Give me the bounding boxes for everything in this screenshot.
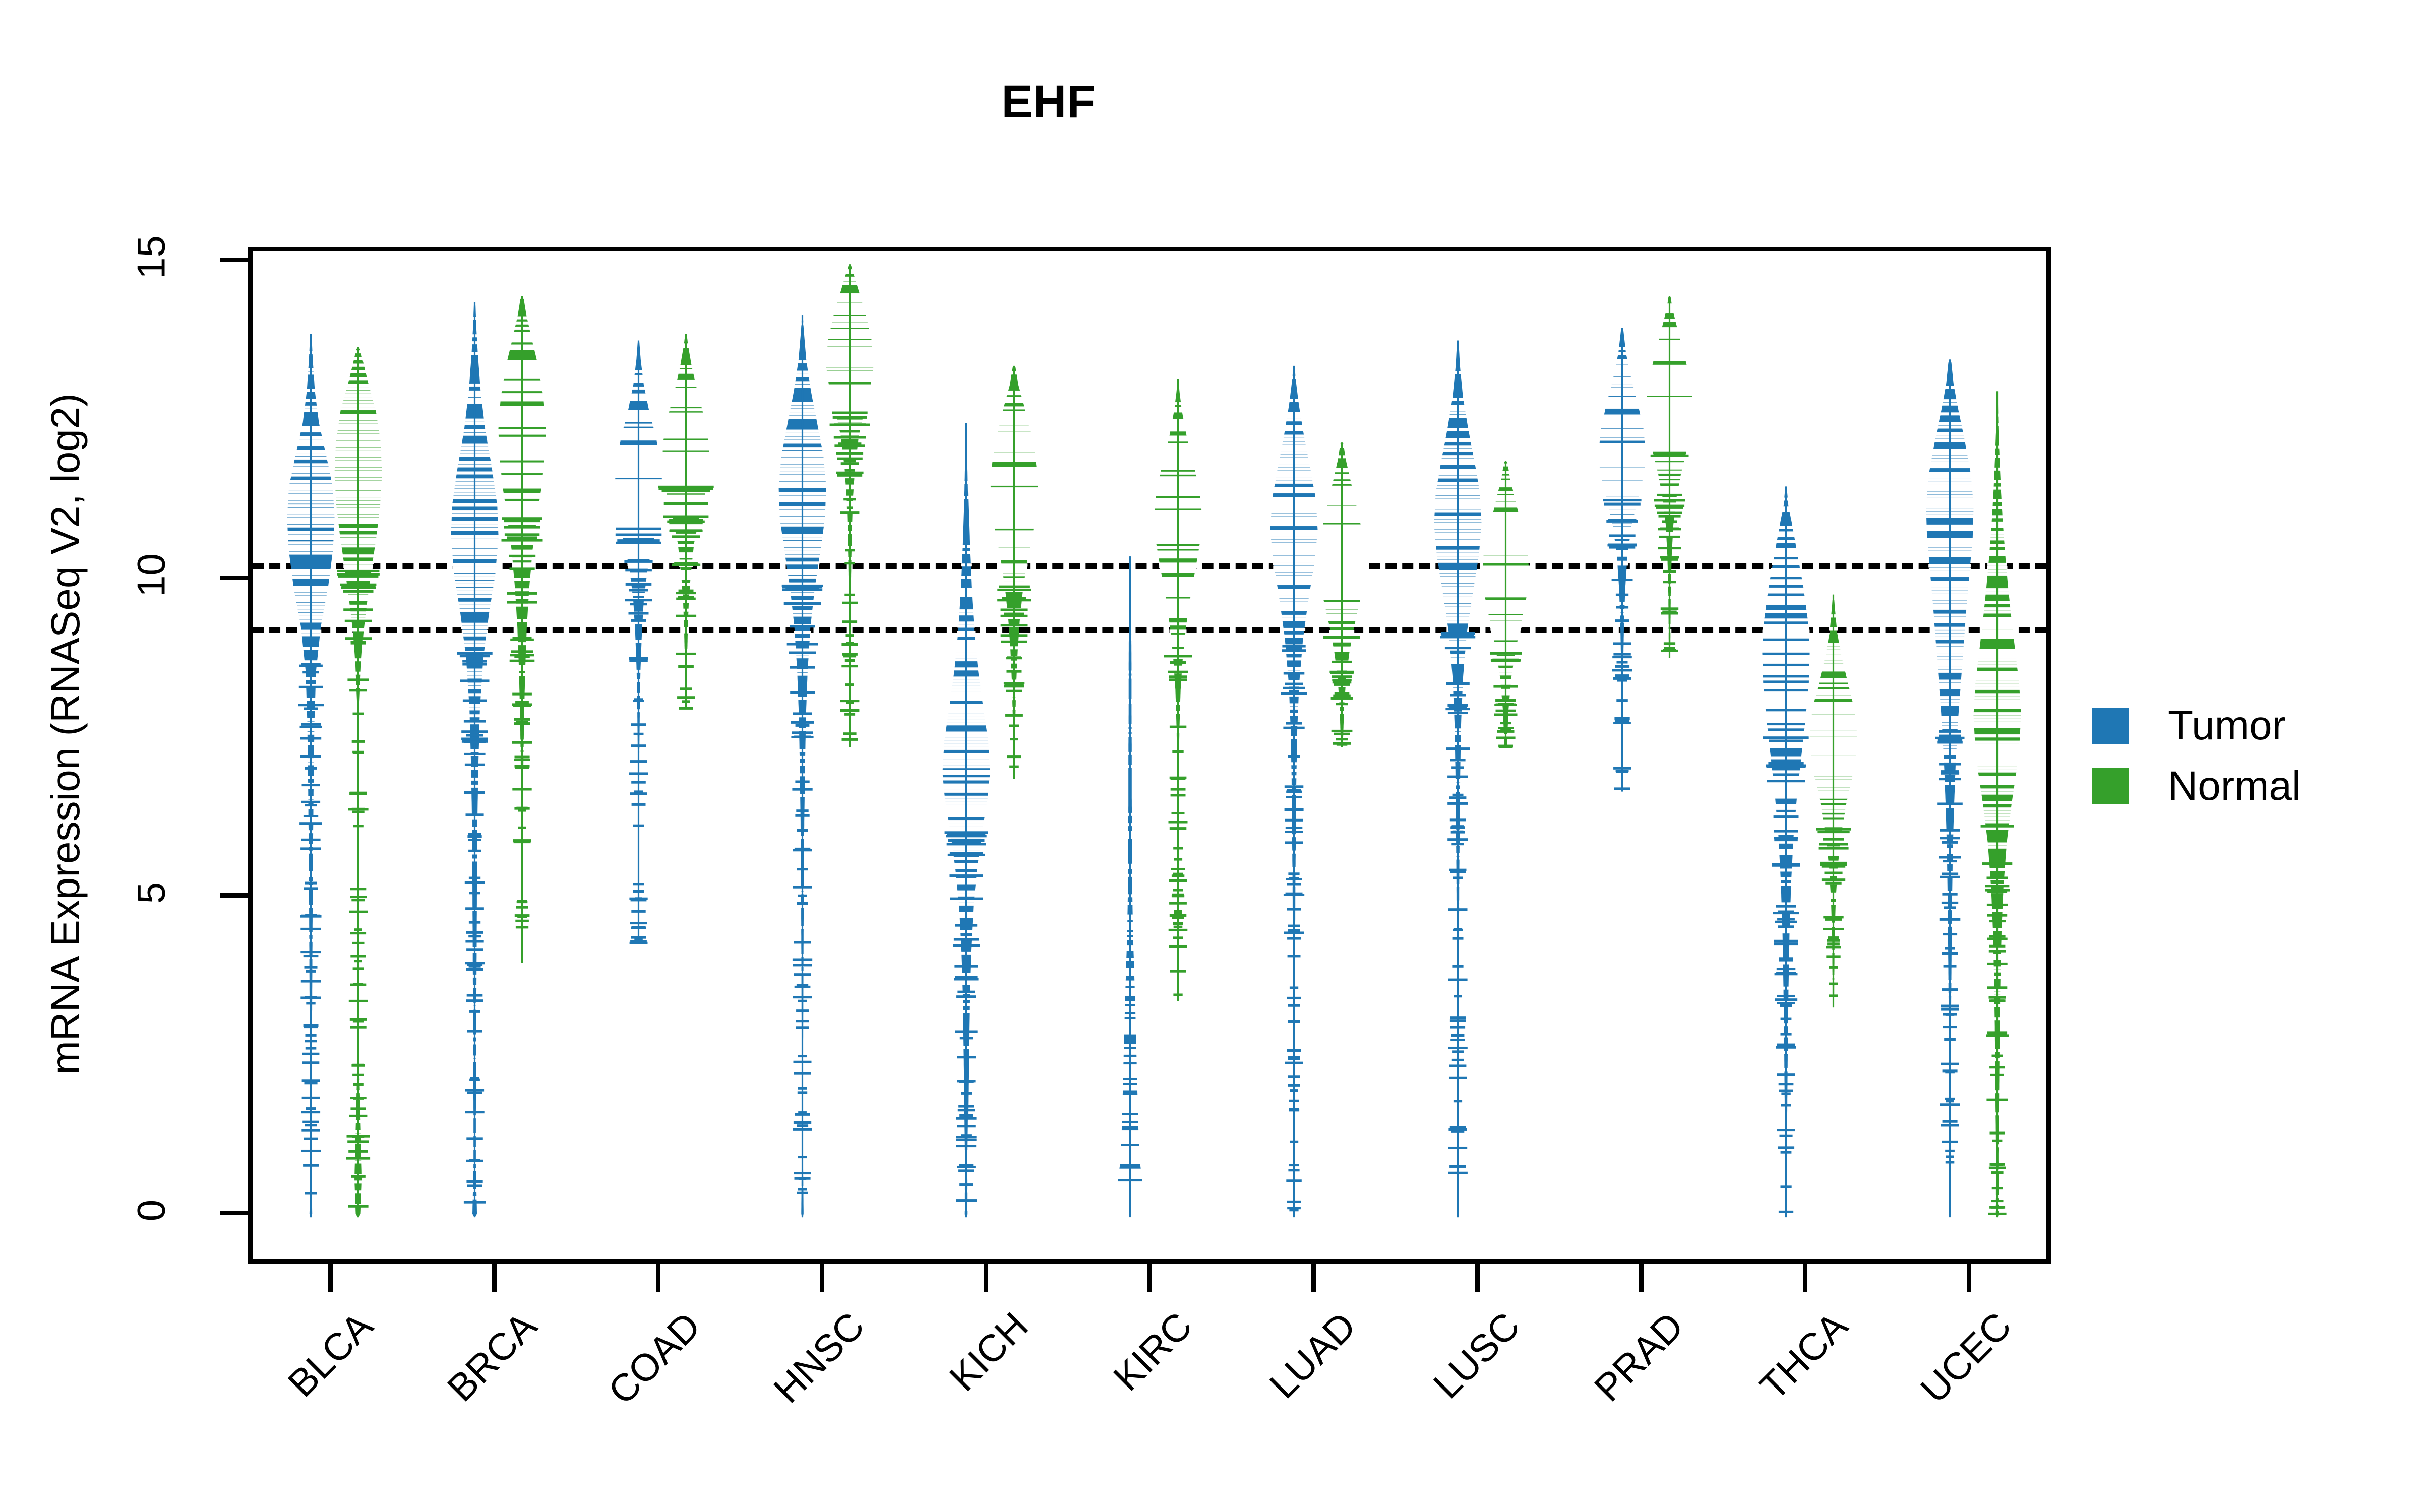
bean-normal-brca bbox=[440, 251, 604, 1259]
bean-normal-prad bbox=[1588, 251, 1751, 1259]
x-tick-mark bbox=[492, 1264, 497, 1292]
x-tick-label-blca: BLCA bbox=[279, 1304, 381, 1406]
range-spine bbox=[1668, 296, 1670, 658]
x-tick-mark bbox=[1803, 1264, 1808, 1292]
y-tick-mark bbox=[220, 258, 248, 263]
x-tick-label-kirc: KIRC bbox=[1105, 1304, 1200, 1400]
bean-normal-kich bbox=[932, 251, 1096, 1259]
range-spine bbox=[1177, 379, 1179, 1001]
legend-swatch-normal bbox=[2092, 768, 2129, 804]
x-tick-label-kich: KICH bbox=[941, 1304, 1037, 1400]
x-tick-mark bbox=[655, 1264, 660, 1292]
bean-normal-thca bbox=[1751, 251, 1915, 1259]
legend-label: Normal bbox=[2168, 763, 2302, 809]
bean-normal-coad bbox=[604, 251, 768, 1259]
y-tick-mark bbox=[220, 893, 248, 898]
bean-normal-blca bbox=[276, 251, 440, 1259]
range-spine bbox=[1832, 594, 1835, 1008]
x-tick-mark bbox=[1475, 1264, 1480, 1292]
x-tick-label-lusc: LUSC bbox=[1425, 1304, 1528, 1407]
plot-canvas bbox=[253, 251, 2046, 1259]
x-tick-label-prad: PRAD bbox=[1586, 1304, 1692, 1410]
range-spine bbox=[1996, 391, 1999, 1218]
legend: Tumor Normal bbox=[2092, 696, 2301, 816]
bean-normal-kirc bbox=[1096, 251, 1260, 1259]
legend-label: Tumor bbox=[2168, 703, 2286, 748]
y-axis-label: mRNA Expression (RNASeq V2, log2) bbox=[43, 393, 88, 1075]
legend-item-normal[interactable]: Normal bbox=[2092, 756, 2301, 816]
legend-item-tumor[interactable]: Tumor bbox=[2092, 696, 2301, 756]
x-tick-mark bbox=[1967, 1264, 1972, 1292]
range-spine bbox=[1341, 442, 1343, 747]
x-tick-mark bbox=[1311, 1264, 1316, 1292]
page-title: EHF bbox=[1001, 76, 1096, 128]
bean-normal-lusc bbox=[1424, 251, 1588, 1259]
x-tick-label-thca: THCA bbox=[1751, 1304, 1856, 1409]
x-tick-mark bbox=[819, 1264, 824, 1292]
y-tick-label: 5 bbox=[129, 881, 173, 904]
range-spine bbox=[357, 347, 359, 1218]
y-tick-mark bbox=[220, 1211, 248, 1216]
legend-swatch-tumor bbox=[2092, 708, 2129, 744]
plot-area bbox=[248, 247, 2051, 1264]
x-tick-label-hnsc: HNSC bbox=[765, 1304, 873, 1412]
x-tick-mark bbox=[1147, 1264, 1152, 1292]
bean-normal-ucec bbox=[1915, 251, 2046, 1259]
x-tick-mark bbox=[328, 1264, 333, 1292]
x-tick-label-luad: LUAD bbox=[1261, 1304, 1364, 1407]
bean-normal-luad bbox=[1260, 251, 1424, 1259]
y-tick-mark bbox=[220, 575, 248, 580]
range-spine bbox=[849, 264, 851, 747]
y-tick-label: 0 bbox=[129, 1199, 173, 1222]
range-spine bbox=[1013, 365, 1015, 779]
y-tick-label: 10 bbox=[129, 553, 173, 597]
range-spine bbox=[521, 296, 523, 963]
x-tick-label-ucec: UCEC bbox=[1912, 1304, 2020, 1412]
x-tick-label-brca: BRCA bbox=[439, 1304, 545, 1410]
y-tick-label: 15 bbox=[129, 235, 173, 280]
x-tick-mark bbox=[983, 1264, 988, 1292]
x-tick-label-coad: COAD bbox=[600, 1304, 709, 1413]
bean-normal-hnsc bbox=[768, 251, 932, 1259]
x-tick-mark bbox=[1639, 1264, 1644, 1292]
